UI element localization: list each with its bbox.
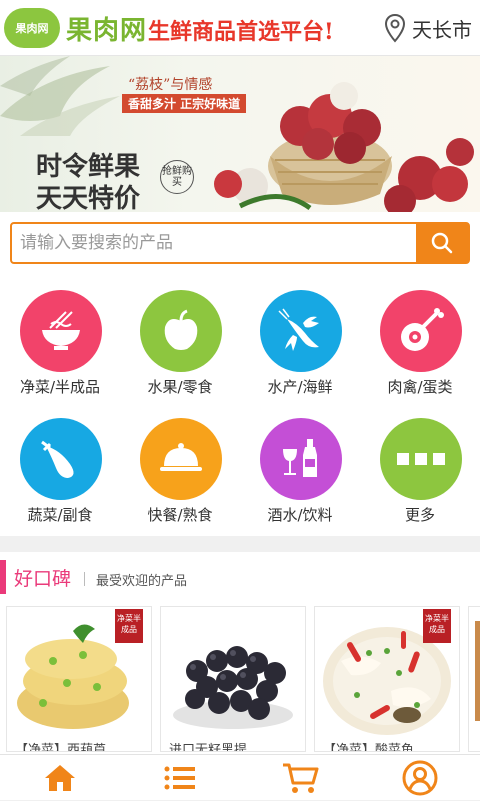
product-card[interactable]: 净菜半成品 【净菜】酸菜鱼 [314, 606, 460, 752]
product-name: 【净菜】酸菜鱼 [323, 743, 415, 752]
category-label: 快餐/熟食 [147, 506, 213, 524]
category-meat[interactable]: 肉禽/蛋类 [360, 272, 480, 400]
product-name: 进口无籽黑提 [169, 743, 248, 752]
eggplant-icon [20, 418, 102, 500]
banner-title-line2: 天天特价 [36, 184, 141, 212]
meat-icon [380, 290, 462, 372]
category-label: 酒水/饮料 [267, 506, 333, 524]
app-header: 果肉网 果肉网 生鲜商品首选平台! 天长市 [0, 0, 480, 56]
product-image-partial [475, 611, 480, 739]
nav-profile[interactable] [360, 755, 480, 801]
section-title: 好口碑 [14, 568, 72, 590]
category-grid: 净菜/半成品 水果/零食 水产/海鲜 肉禽/蛋类 蔬菜/副食 快餐/熟食 酒水/… [0, 272, 480, 536]
list-icon [164, 766, 195, 790]
home-icon [45, 765, 75, 791]
nav-cart[interactable] [240, 755, 360, 801]
product-card[interactable]: 净菜半成品 【净菜】西葫芦 [6, 606, 152, 752]
product-tag: 净菜半成品 [115, 609, 143, 643]
promo-banner[interactable]: “荔枝”与情感 香甜多汁 正宗好味道 时令鲜果 天天特价 抢鲜购买 [0, 56, 480, 212]
product-card[interactable]: 【 [468, 606, 480, 752]
nav-home[interactable] [0, 755, 120, 801]
bottom-nav [0, 754, 480, 800]
category-label: 水产/海鲜 [267, 378, 333, 396]
category-fastfood[interactable]: 快餐/熟食 [120, 400, 240, 528]
user-icon [402, 760, 438, 796]
category-vegetables[interactable]: 蔬菜/副食 [0, 400, 120, 528]
apple-icon [140, 290, 222, 372]
city-selector[interactable]: 天长市 [384, 10, 472, 46]
banner-stamp: 抢鲜购买 [160, 160, 194, 194]
section-divider [84, 572, 85, 586]
lobster-icon [260, 290, 342, 372]
category-more[interactable]: 更多 [360, 400, 480, 528]
section-subtitle: 最受欢迎的产品 [96, 574, 188, 589]
search-icon [431, 232, 453, 254]
category-seafood[interactable]: 水产/海鲜 [240, 272, 360, 400]
city-name: 天长市 [412, 17, 472, 42]
product-card[interactable]: 进口无籽黑提 [160, 606, 306, 752]
noodle-bowl-icon [20, 290, 102, 372]
category-label: 水果/零食 [147, 378, 213, 396]
section-accent-bar [0, 560, 6, 594]
search-button[interactable] [416, 224, 468, 262]
logo-badge: 果肉网 [4, 8, 60, 48]
search-input[interactable] [20, 224, 418, 262]
slogan: 生鲜商品首选平台! [148, 19, 334, 45]
product-name: 【净菜】西葫芦 [15, 743, 107, 752]
more-icon [380, 418, 462, 500]
category-fruits[interactable]: 水果/零食 [120, 272, 240, 400]
product-carousel: 净菜半成品 【净菜】西葫芦 进口无籽黑提 净菜半成品 【净菜】酸菜鱼 [0, 602, 480, 754]
section-header: 好口碑 最受欢迎的产品 [0, 552, 480, 602]
banner-subtag: 香甜多汁 正宗好味道 [122, 94, 247, 113]
cart-icon [283, 763, 319, 793]
product-image-black-grapes [167, 611, 299, 739]
category-noodles[interactable]: 净菜/半成品 [0, 272, 120, 400]
wine-icon [260, 418, 342, 500]
cloche-icon [140, 418, 222, 500]
product-tag: 净菜半成品 [423, 609, 451, 643]
banner-tag: “荔枝”与情感 [128, 77, 213, 93]
nav-category[interactable] [120, 755, 240, 801]
category-label: 肉禽/蛋类 [387, 378, 453, 396]
search-bar [10, 222, 470, 264]
category-label: 蔬菜/副食 [27, 506, 93, 524]
logo-text: 果肉网 [66, 16, 148, 46]
location-pin-icon [384, 13, 406, 43]
category-drinks[interactable]: 酒水/饮料 [240, 400, 360, 528]
category-label: 净菜/半成品 [19, 378, 101, 396]
category-label: 更多 [404, 506, 435, 524]
